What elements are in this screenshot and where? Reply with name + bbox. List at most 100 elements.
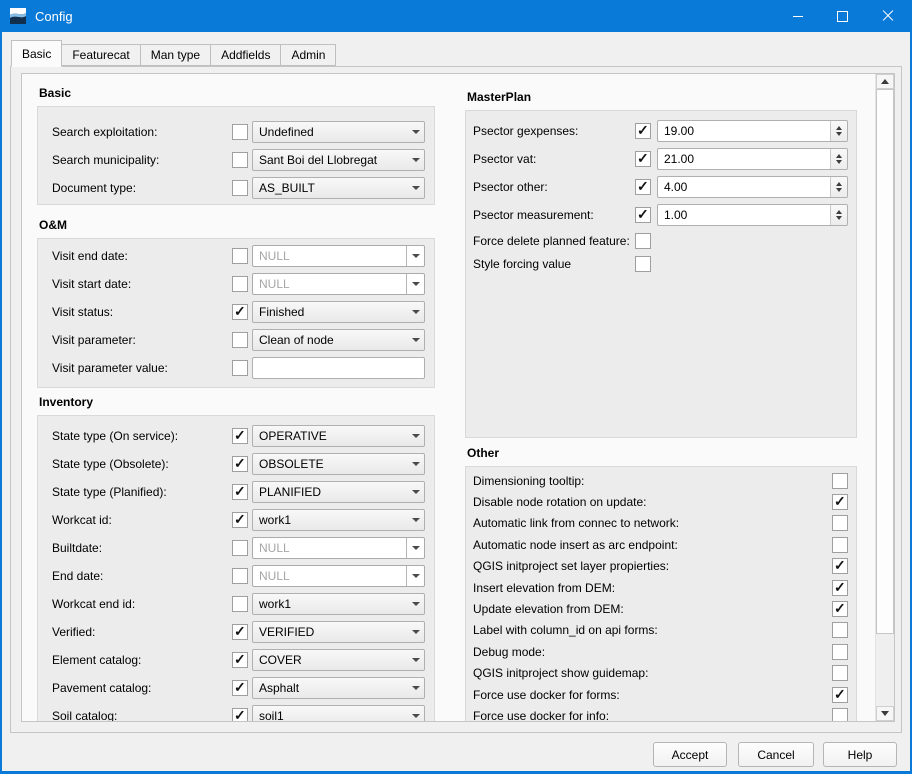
dropdown[interactable]: work1 — [252, 509, 425, 531]
minimize-button[interactable] — [775, 0, 820, 32]
help-button[interactable]: Help — [823, 742, 897, 767]
checkbox[interactable] — [232, 680, 248, 696]
dropdown[interactable]: Finished — [252, 301, 425, 323]
checkbox[interactable] — [232, 180, 248, 196]
checkbox[interactable] — [635, 179, 651, 195]
dropdown-value: NULL — [259, 277, 406, 291]
checkbox[interactable] — [832, 494, 848, 510]
checkbox[interactable] — [635, 151, 651, 167]
checkbox[interactable] — [232, 248, 248, 264]
checkbox[interactable] — [832, 473, 848, 489]
checkbox[interactable] — [635, 123, 651, 139]
checkbox[interactable] — [832, 687, 848, 703]
accept-button[interactable]: Accept — [653, 742, 727, 767]
checkbox[interactable] — [832, 558, 848, 574]
dropdown[interactable]: OBSOLETE — [252, 453, 425, 475]
chevron-down-icon — [407, 622, 424, 642]
spinbox[interactable]: 1.00 — [657, 204, 848, 226]
tab-basic[interactable]: Basic — [11, 40, 62, 67]
checkbox[interactable] — [832, 665, 848, 681]
checkbox[interactable] — [832, 622, 848, 638]
checkbox[interactable] — [232, 428, 248, 444]
tab-addfields[interactable]: Addfields — [211, 44, 281, 66]
date-dropdown[interactable]: NULL — [252, 273, 425, 295]
checkbox[interactable] — [232, 708, 248, 721]
dropdown[interactable]: soil1 — [252, 705, 425, 721]
checkbox[interactable] — [635, 256, 651, 272]
form-row: Document type:AS_BUILT — [52, 174, 425, 202]
form-row: Force use docker for forms: — [473, 684, 848, 705]
scrollbar[interactable] — [875, 74, 894, 721]
checkbox[interactable] — [832, 644, 848, 660]
chevron-down-icon — [407, 482, 424, 502]
dropdown-value: AS_BUILT — [259, 181, 407, 195]
checkbox[interactable] — [232, 596, 248, 612]
form-row: Visit parameter:Clean of node — [52, 326, 425, 354]
field-label: Debug mode: — [473, 645, 832, 659]
checkbox[interactable] — [232, 152, 248, 168]
dropdown[interactable]: PLANIFIED — [252, 481, 425, 503]
tab-featurecat[interactable]: Featurecat — [62, 44, 140, 66]
cancel-button[interactable]: Cancel — [738, 742, 814, 767]
checkbox[interactable] — [232, 512, 248, 528]
checkbox[interactable] — [832, 708, 848, 721]
dropdown[interactable]: AS_BUILT — [252, 177, 425, 199]
dropdown-value: NULL — [259, 569, 406, 583]
dropdown-value: work1 — [259, 513, 407, 527]
checkbox[interactable] — [232, 276, 248, 292]
checkbox[interactable] — [832, 601, 848, 617]
form-row: Force delete planned feature: — [473, 229, 848, 252]
dropdown-value: Undefined — [259, 125, 407, 139]
dropdown[interactable]: VERIFIED — [252, 621, 425, 643]
dropdown-value: COVER — [259, 653, 407, 667]
checkbox[interactable] — [832, 580, 848, 596]
checkbox[interactable] — [232, 360, 248, 376]
tab-admin[interactable]: Admin — [281, 44, 336, 66]
form-row: Element catalog:COVER — [52, 646, 425, 674]
checkbox[interactable] — [232, 304, 248, 320]
checkbox[interactable] — [232, 624, 248, 640]
field-label: Psector gexpenses: — [473, 124, 635, 138]
checkbox[interactable] — [232, 652, 248, 668]
maximize-button[interactable] — [820, 0, 865, 32]
form-row: State type (On service):OPERATIVE — [52, 422, 425, 450]
dropdown[interactable]: COVER — [252, 649, 425, 671]
checkbox[interactable] — [635, 233, 651, 249]
spinbox[interactable]: 19.00 — [657, 120, 848, 142]
checkbox[interactable] — [635, 207, 651, 223]
spinner-buttons[interactable] — [830, 205, 847, 225]
spinner-buttons[interactable] — [830, 149, 847, 169]
spinner-buttons[interactable] — [830, 121, 847, 141]
spinbox[interactable]: 4.00 — [657, 176, 848, 198]
dropdown[interactable]: Undefined — [252, 121, 425, 143]
dropdown-value: Clean of node — [259, 333, 407, 347]
spinner-buttons[interactable] — [830, 177, 847, 197]
date-dropdown[interactable]: NULL — [252, 537, 425, 559]
scroll-down-button[interactable] — [876, 706, 894, 721]
checkbox[interactable] — [232, 540, 248, 556]
dropdown[interactable]: OPERATIVE — [252, 425, 425, 447]
dropdown[interactable]: Clean of node — [252, 329, 425, 351]
tab-man-type[interactable]: Man type — [141, 44, 211, 66]
spinbox[interactable]: 21.00 — [657, 148, 848, 170]
dropdown[interactable]: work1 — [252, 593, 425, 615]
form-row: Psector gexpenses: 19.00 — [473, 117, 848, 145]
checkbox[interactable] — [232, 484, 248, 500]
dropdown[interactable]: Sant Boi del Llobregat — [252, 149, 425, 171]
scroll-thumb[interactable] — [876, 89, 894, 634]
scroll-up-button[interactable] — [876, 74, 894, 89]
date-dropdown[interactable]: NULL — [252, 245, 425, 267]
checkbox[interactable] — [232, 568, 248, 584]
field-label: Disable node rotation on update: — [473, 495, 832, 509]
checkbox[interactable] — [832, 515, 848, 531]
checkbox[interactable] — [232, 456, 248, 472]
date-dropdown[interactable]: NULL — [252, 565, 425, 587]
dropdown[interactable]: Asphalt — [252, 677, 425, 699]
checkbox[interactable] — [232, 124, 248, 140]
checkbox[interactable] — [232, 332, 248, 348]
config-dialog: Config BasicFeaturecatMan typeAddfieldsA… — [0, 0, 912, 774]
chevron-glyph — [412, 254, 420, 258]
close-button[interactable] — [865, 0, 910, 32]
text-input[interactable] — [252, 357, 425, 379]
checkbox[interactable] — [832, 537, 848, 553]
